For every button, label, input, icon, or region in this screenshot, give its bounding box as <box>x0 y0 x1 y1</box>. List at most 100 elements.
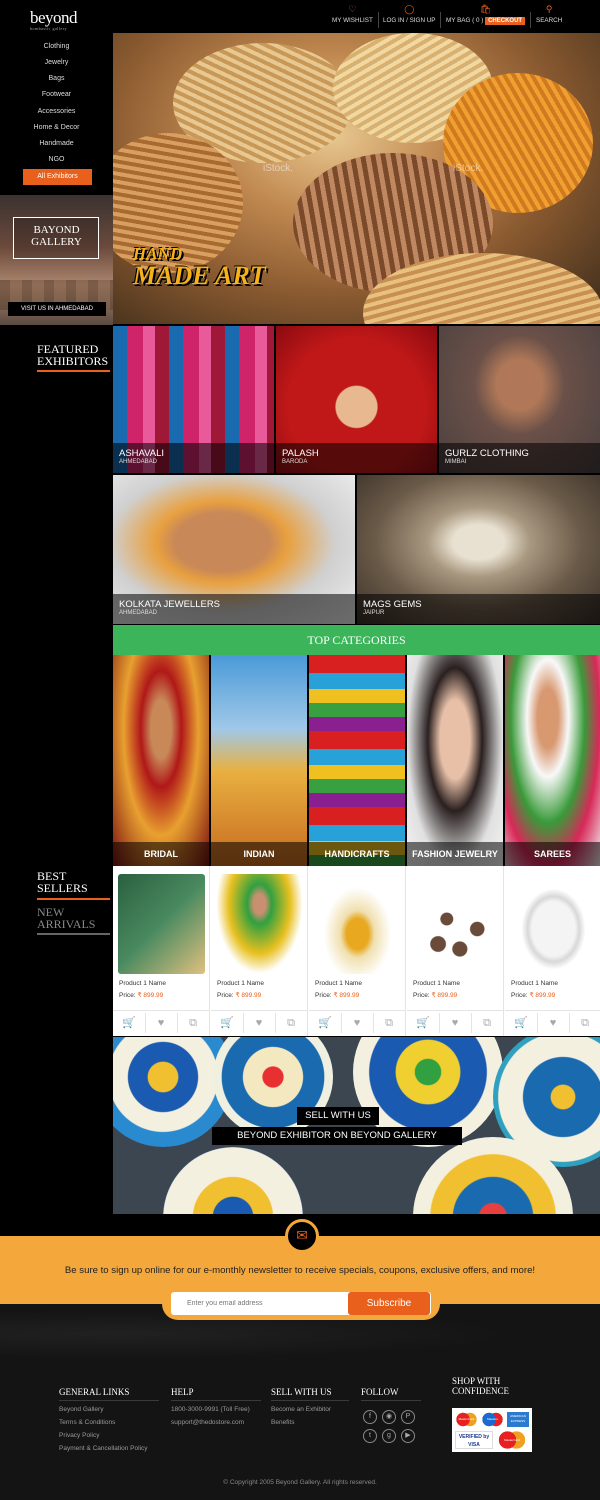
category-tile-fashion-jewelry[interactable]: FASHION JEWELRY <box>407 655 503 866</box>
footer-sell-heading: SELL WITH US <box>271 1387 332 1397</box>
product-card[interactable]: Product 1 Name Price: ₹ 899.99 🛒 ♥ ⧉ <box>407 866 504 1036</box>
best-sellers-tab[interactable]: BEST SELLERS <box>37 870 88 894</box>
compare-icon[interactable]: ⧉ <box>379 1016 399 1030</box>
youtube-icon[interactable]: ▶ <box>401 1429 415 1443</box>
divider <box>211 1010 308 1011</box>
product-image[interactable] <box>314 874 401 974</box>
new-arrivals-tab[interactable]: NEW ARRIVALS <box>37 906 95 930</box>
sell-with-us-banner[interactable]: SELL WITH US BEYOND EXHIBITOR ON BEYOND … <box>113 1037 600 1214</box>
bag-link[interactable]: 🛍 MY BAG ( 0 ) CHECKOUT <box>446 4 526 25</box>
footer-link-become-exhibitor[interactable]: Become an Exhibitor <box>271 1406 331 1413</box>
exhibitor-tile-ashavali[interactable]: ASHAVALI AHMEDABAD <box>113 326 274 473</box>
product-card[interactable]: Product 1 Name Price: ₹ 899.99 🛒 ♥ ⧉ <box>211 866 308 1036</box>
category-tile-handicrafts[interactable]: HANDICRAFTS <box>309 655 405 866</box>
exhibitor-tile-kolkata-jewellers[interactable]: KOLKATA JEWELLERS AHMEDABAD <box>113 475 355 624</box>
card-name: Maestro <box>487 1417 498 1421</box>
footer-link-benefits[interactable]: Benefits <box>271 1419 295 1426</box>
price-value: ₹ 899.99 <box>431 992 458 999</box>
wishlist-heart-icon[interactable]: ♥ <box>249 1016 269 1030</box>
product-name[interactable]: Product 1 Name <box>217 980 264 987</box>
wishlist-link[interactable]: ♡ MY WISHLIST <box>332 4 373 24</box>
compare-icon[interactable]: ⧉ <box>575 1016 595 1030</box>
twitter-icon[interactable]: t <box>363 1429 377 1443</box>
sidebar-item-footwear[interactable]: Footwear <box>0 91 113 98</box>
product-name[interactable]: Product 1 Name <box>119 980 166 987</box>
add-to-cart-icon[interactable]: 🛒 <box>217 1016 237 1030</box>
footer-link-beyond-gallery[interactable]: Beyond Gallery <box>59 1406 103 1413</box>
site-logo[interactable]: beyond bombastic gallery <box>30 8 78 31</box>
subscribe-button[interactable]: Subscribe <box>348 1292 430 1315</box>
category-tile-indian[interactable]: INDIAN <box>211 655 307 866</box>
product-price: Price: ₹ 899.99 <box>119 991 163 999</box>
login-link[interactable]: ◯ LOG IN / SIGN UP <box>383 4 435 24</box>
facebook-icon[interactable]: f <box>363 1410 377 1424</box>
gallery-title-line1: BAYOND <box>33 224 80 236</box>
footer-link-privacy[interactable]: Privacy Policy <box>59 1432 99 1439</box>
pinterest-icon[interactable]: P <box>401 1410 415 1424</box>
add-to-cart-icon[interactable]: 🛒 <box>413 1016 433 1030</box>
product-name[interactable]: Product 1 Name <box>413 980 460 987</box>
tile-caption: GURLZ CLOTHING MIMBAI <box>439 443 600 473</box>
wishlist-heart-icon[interactable]: ♥ <box>151 1016 171 1030</box>
product-card[interactable]: Product 1 Name Price: ₹ 899.99 🛒 ♥ ⧉ <box>505 866 600 1036</box>
footer-help-phone[interactable]: 1800-3000-9991 (Toll Free) <box>171 1406 250 1413</box>
product-image[interactable] <box>216 874 303 974</box>
envelope-icon: ✉ <box>285 1219 319 1253</box>
visit-ahmedabad-link[interactable]: VISIT US IN AHMEDABAD <box>8 302 106 316</box>
sidebar-item-jewelry[interactable]: Jewelry <box>0 59 113 66</box>
sidebar-item-bags[interactable]: Bags <box>0 75 113 82</box>
sidebar-item-ngo[interactable]: NGO <box>0 156 113 163</box>
new-arrivals-line2: ARRIVALS <box>37 917 96 931</box>
product-name[interactable]: Product 1 Name <box>511 980 558 987</box>
checkout-button[interactable]: CHECKOUT <box>485 17 526 25</box>
price-label: Price: <box>413 992 430 999</box>
add-to-cart-icon[interactable]: 🛒 <box>511 1016 531 1030</box>
wishlist-heart-icon[interactable]: ♥ <box>445 1016 465 1030</box>
divider <box>537 1013 538 1033</box>
wishlist-heart-icon[interactable]: ♥ <box>347 1016 367 1030</box>
tile-caption: ASHAVALI AHMEDABAD <box>113 443 274 473</box>
instagram-icon[interactable]: ◉ <box>382 1410 396 1424</box>
category-tile-sarees[interactable]: SAREES <box>505 655 600 866</box>
search-label: SEARCH <box>536 17 563 24</box>
tile-caption: PALASH BARODA <box>276 443 437 473</box>
exhibitor-name: ASHAVALI <box>119 448 165 459</box>
product-card[interactable]: Product 1 Name Price: ₹ 899.99 🛒 ♥ ⧉ <box>309 866 406 1036</box>
category-label: INDIAN <box>211 842 307 866</box>
price-value: ₹ 899.99 <box>333 992 360 999</box>
footer-link-terms[interactable]: Terms & Conditions <box>59 1419 115 1426</box>
exhibitor-tile-gurlz-clothing[interactable]: GURLZ CLOTHING MIMBAI <box>439 326 600 473</box>
exhibitor-name: PALASH <box>282 448 319 459</box>
sidebar-item-accessories[interactable]: Accessories <box>0 108 113 115</box>
product-image[interactable] <box>412 874 499 974</box>
exhibitor-tile-mags-gems[interactable]: MAGS GEMS JAIPUR <box>357 475 600 624</box>
sidebar-item-clothing[interactable]: Clothing <box>0 43 113 50</box>
sell-subtitle: BEYOND EXHIBITOR ON BEYOND GALLERY <box>212 1127 462 1145</box>
product-image[interactable] <box>118 874 205 974</box>
sell-with-us-label: SELL WITH US <box>297 1107 379 1125</box>
product-card[interactable]: Product 1 Name Price: ₹ 899.99 🛒 ♥ ⧉ <box>113 866 210 1036</box>
all-exhibitors-button[interactable]: All Exhibitors <box>23 169 92 185</box>
price-value: ₹ 899.99 <box>529 992 556 999</box>
search-link[interactable]: ⚲ SEARCH <box>536 4 562 24</box>
exhibitor-tile-palash[interactable]: PALASH BARODA <box>276 326 437 473</box>
product-image[interactable] <box>510 874 597 974</box>
add-to-cart-icon[interactable]: 🛒 <box>315 1016 335 1030</box>
category-tile-bridal[interactable]: BRIDAL <box>113 655 209 866</box>
sidebar-item-home-decor[interactable]: Home & Decor <box>0 124 113 131</box>
footer-link-payment-policy[interactable]: Payment & Cancellation Policy <box>59 1445 148 1452</box>
compare-icon[interactable]: ⧉ <box>183 1016 203 1030</box>
sidebar-item-handmade[interactable]: Handmade <box>0 140 113 147</box>
best-sellers-line2: SELLERS <box>37 881 88 895</box>
footer-help-email[interactable]: support@thedostore.com <box>171 1419 244 1426</box>
compare-icon[interactable]: ⧉ <box>477 1016 497 1030</box>
wishlist-label: MY WISHLIST <box>332 17 373 24</box>
google-plus-icon[interactable]: g <box>382 1429 396 1443</box>
hero-banner[interactable]: iStock. iStock. HAND MADE ART <box>113 33 600 324</box>
wishlist-heart-icon[interactable]: ♥ <box>543 1016 563 1030</box>
add-to-cart-icon[interactable]: 🛒 <box>119 1016 139 1030</box>
compare-icon[interactable]: ⧉ <box>281 1016 301 1030</box>
plate-image <box>163 1147 303 1214</box>
exhibitor-city: AHMEDABAD <box>119 459 158 465</box>
product-name[interactable]: Product 1 Name <box>315 980 362 987</box>
